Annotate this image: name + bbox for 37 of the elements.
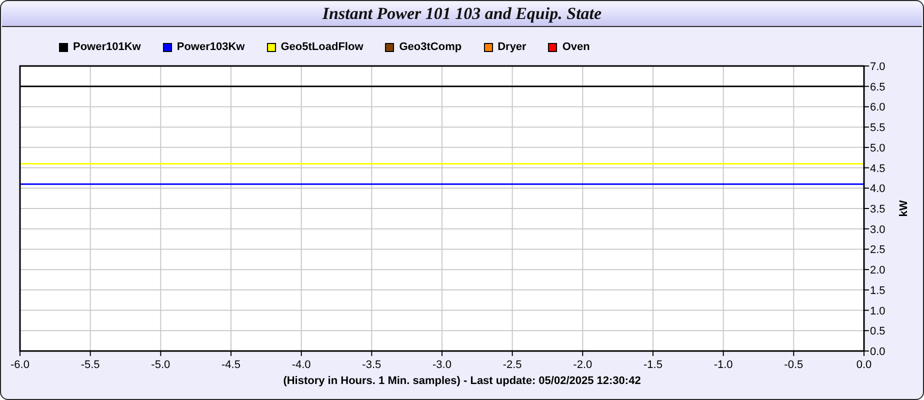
x-tick-label: -1.0 xyxy=(714,359,733,369)
y-tick-label: 4.5 xyxy=(870,162,886,175)
y-tick-label: 3.5 xyxy=(870,204,886,216)
chart-title: Instant Power 101 103 and Equip. State xyxy=(322,4,602,24)
y-tick-label: 3.0 xyxy=(870,224,886,236)
x-tick-label: -5.5 xyxy=(80,359,100,369)
y-tick-label: 2.0 xyxy=(870,264,886,277)
x-tick-label: 0.0 xyxy=(856,359,872,369)
legend-label: Dryer xyxy=(498,41,526,53)
x-tick-label: -5.0 xyxy=(151,359,170,369)
y-axis-label: kW xyxy=(898,200,910,217)
y-tick-label: 0.0 xyxy=(870,346,886,358)
x-tick-label: -4.0 xyxy=(292,359,311,369)
x-tick-label: -1.5 xyxy=(644,359,662,369)
y-tick-label: 7.0 xyxy=(870,61,886,73)
y-tick-label: 2.5 xyxy=(870,244,886,256)
x-tick-label: -6.0 xyxy=(10,359,30,369)
legend-label: Power101Kw xyxy=(73,41,141,53)
y-tick-label: 1.0 xyxy=(870,305,886,318)
y-tick-label: 6.5 xyxy=(870,81,886,94)
y-tick-label: 4.0 xyxy=(870,183,886,196)
legend-label: Geo3tComp xyxy=(399,41,462,53)
x-tick-label: -4.5 xyxy=(222,359,240,369)
x-tick-label: -0.5 xyxy=(784,359,804,369)
y-tick-label: 5.0 xyxy=(870,142,886,154)
y-tick-label: 6.0 xyxy=(870,102,886,114)
y-tick-label: 5.5 xyxy=(870,122,886,134)
y-tick-label: 1.5 xyxy=(870,284,886,297)
legend-label: Power103Kw xyxy=(176,41,245,53)
x-tick-label: -3.0 xyxy=(432,359,452,369)
legend-label: Oven xyxy=(562,41,590,53)
x-tick-label: -2.5 xyxy=(502,359,522,369)
x-tick-label: -3.5 xyxy=(362,359,382,369)
legend-label: Geo5tLoadFlow xyxy=(280,41,364,53)
x-tick-label: -2.0 xyxy=(573,359,592,369)
y-tick-label: 0.5 xyxy=(870,326,886,338)
x-axis-label: (History in Hours. 1 Min. samples) - Last update: 05/02/2025 12:30:42 xyxy=(283,375,641,387)
